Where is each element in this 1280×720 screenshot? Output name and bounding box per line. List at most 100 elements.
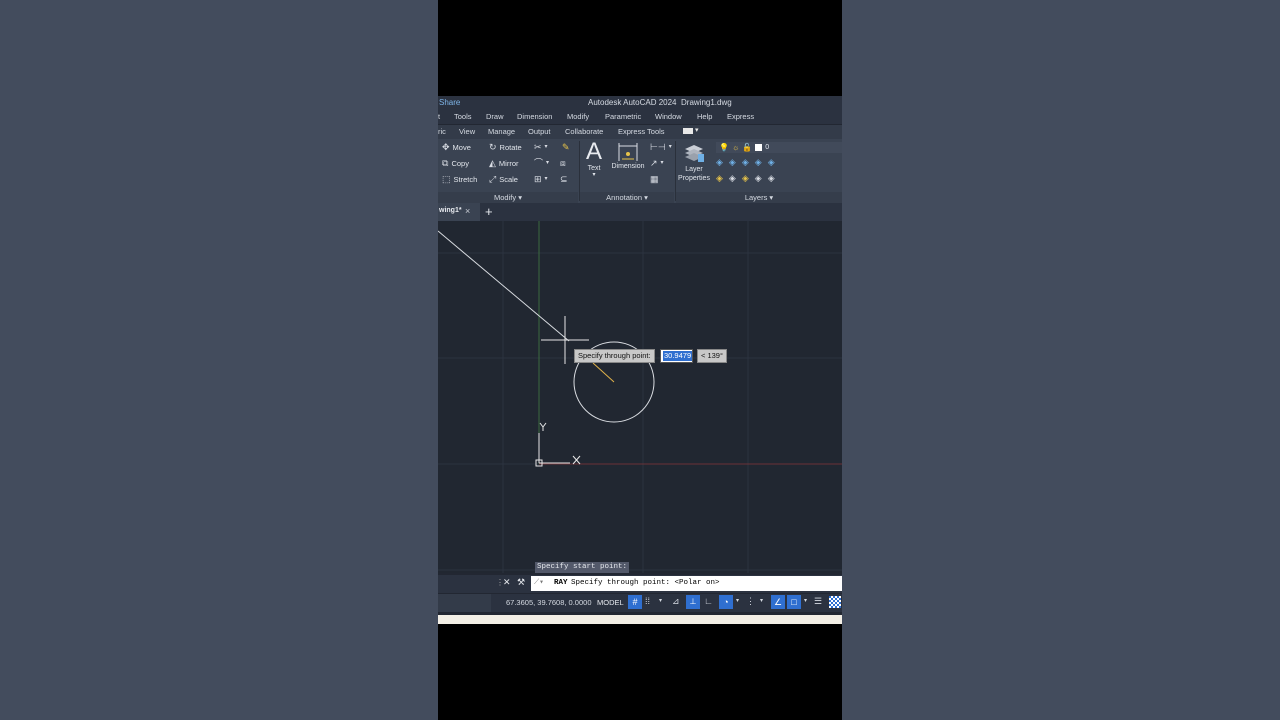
offset-button[interactable]: ⊆ (560, 175, 568, 184)
layer-lock-icon[interactable]: ◈ (755, 158, 762, 167)
layer-properties-button[interactable]: Layer Properties (676, 141, 712, 183)
model-space-button[interactable]: MODEL (597, 598, 624, 607)
layer-on-icon[interactable]: ◈ (716, 174, 723, 183)
command-line: ⋮ ✕ ⚒ ⟋▾ RAY Specify through point: <Pol… (438, 575, 842, 593)
command-input[interactable]: ⟋▾ RAY Specify through point: <Polar on> (531, 576, 842, 591)
explode-button[interactable]: ⧈ (560, 159, 566, 168)
isodraft-icon[interactable]: ⋮ (746, 596, 755, 607)
left-background (0, 0, 438, 720)
taskbar-strip (438, 615, 842, 624)
chevron-down-icon[interactable]: ▾ (736, 597, 739, 604)
layer-walk-icon[interactable]: ◈ (768, 174, 775, 183)
object-snap-icon[interactable]: □ (787, 595, 801, 609)
dimension-button[interactable]: Dimension (608, 141, 648, 170)
transparency-icon[interactable] (829, 596, 841, 608)
annotation-panel-label[interactable]: Annotation ▾ (580, 192, 674, 203)
fillet-button[interactable]: ⌒ ▾ (534, 159, 549, 168)
layer-unisolate-icon[interactable]: ◈ (729, 174, 736, 183)
layer-off-icon[interactable]: ◈ (716, 158, 723, 167)
lock-icon: 🔓 (742, 143, 753, 152)
layer-thaw-icon[interactable]: ◈ (742, 174, 749, 183)
chevron-down-icon: ▾ (544, 144, 548, 150)
tab-drawing1[interactable]: wing1* × (438, 203, 480, 221)
move-button[interactable]: ✥ Move (442, 143, 471, 153)
stretch-button[interactable]: ⬚ Stretch (442, 175, 477, 185)
layer-dropdown[interactable]: 💡 ☼ 🔓 0 (716, 142, 842, 153)
tab-parametric[interactable]: ric (438, 127, 446, 136)
copy-button[interactable]: ⧉ Copy (442, 159, 469, 169)
tab-express-tools[interactable]: Express Tools (618, 127, 665, 136)
drawing-area-svg (438, 221, 842, 573)
layer-properties-label-2: Properties (678, 175, 710, 182)
lineweight-icon[interactable]: ☰ (814, 596, 822, 607)
mirror-button[interactable]: ◭ Mirror (489, 159, 519, 169)
close-icon[interactable]: ✕ (503, 577, 511, 588)
share-button[interactable]: Share (439, 98, 460, 107)
grid-toggle-icon[interactable]: # (628, 595, 642, 609)
menu-item-window[interactable]: Window (655, 112, 682, 121)
menu-item-express[interactable]: Express (727, 112, 754, 121)
menu-item-help[interactable]: Help (697, 112, 712, 121)
menu-item-edit[interactable]: t (438, 112, 440, 121)
infer-constraints-icon[interactable]: ⊿ (672, 596, 680, 607)
layer-tools-row-2: ◈ ◈ ◈ ◈ ◈ (716, 174, 775, 183)
rotate-button[interactable]: ↻ Rotate (489, 143, 522, 153)
layer-match-icon[interactable]: ◈ (768, 158, 775, 167)
menu-item-tools[interactable]: Tools (454, 112, 472, 121)
new-tab-button[interactable]: + (485, 204, 493, 219)
menu-item-modify[interactable]: Modify (567, 112, 589, 121)
tab-collaborate[interactable]: Collaborate (565, 127, 603, 136)
chevron-down-icon[interactable]: ▾ (760, 597, 763, 604)
layer-isolate-icon[interactable]: ◈ (729, 158, 736, 167)
scale-button[interactable]: ⤢ Scale (489, 174, 518, 185)
chevron-down-icon[interactable]: ▾ (695, 126, 699, 134)
polar-tracking-icon[interactable]: ◔ (719, 595, 733, 609)
chevron-down-icon[interactable]: ▾ (659, 597, 662, 604)
status-bar: 67.3605, 39.7608, 0.0000 MODEL # ⁞⁞ ▾ ⊿ … (438, 594, 842, 612)
text-button[interactable]: A Text ▾ (584, 139, 604, 179)
trim-button[interactable]: ✂ ▾ (534, 143, 548, 152)
close-icon[interactable]: × (465, 206, 470, 216)
current-layer-name: 0 (765, 144, 770, 151)
ribbon: ✥ Move ↻ Rotate ✂ ▾ ✎ ⧉ Copy ◭ Mirror ⌒ … (438, 139, 842, 203)
ortho-mode-icon[interactable]: ∟ (704, 596, 713, 606)
layout-tabs-area (438, 594, 491, 612)
chevron-down-icon: ▾ (668, 144, 672, 150)
layer-unlock-icon[interactable]: ◈ (755, 174, 762, 183)
workspace-toggle-icon[interactable] (683, 128, 693, 134)
trim-icon: ✂ (534, 142, 542, 152)
array-button[interactable]: ⊞ ▾ (534, 175, 548, 184)
menu-item-parametric[interactable]: Parametric (605, 112, 641, 121)
distance-input[interactable]: 30.9479 (660, 349, 693, 363)
linear-dim-button[interactable]: ⊢⊣ ▾ (650, 143, 672, 152)
distance-value: 30.9479 (663, 351, 693, 361)
dimension-icon (618, 143, 638, 161)
scale-icon: ⤢ (489, 174, 497, 184)
chevron-down-icon[interactable]: ▾ (804, 597, 807, 604)
tab-manage[interactable]: Manage (488, 127, 515, 136)
layer-freeze-icon[interactable]: ◈ (742, 158, 749, 167)
table-button[interactable]: ▦ (650, 175, 659, 184)
tab-output[interactable]: Output (528, 127, 551, 136)
leader-button[interactable]: ↗ ▾ (650, 159, 664, 168)
dimension-label: Dimension (611, 163, 645, 170)
explode-icon: ⧈ (560, 158, 566, 168)
rotate-label: Rotate (499, 143, 522, 152)
tab-view[interactable]: View (459, 127, 475, 136)
command-name: RAY (554, 579, 568, 587)
erase-button[interactable]: ✎ (562, 143, 570, 152)
cursor-coordinates[interactable]: 67.3605, 39.7608, 0.0000 (506, 598, 592, 607)
video-frame: Share Autodesk AutoCAD 2024 Drawing1.dwg… (438, 0, 842, 720)
layers-panel-label[interactable]: Layers ▾ (676, 192, 842, 203)
menu-item-dimension[interactable]: Dimension (517, 112, 552, 121)
object-snap-tracking-icon[interactable]: ∠ (771, 595, 785, 609)
drawing-canvas[interactable]: Specify through point: 30.9479 < 139° Sp… (438, 221, 842, 573)
menu-item-draw[interactable]: Draw (486, 112, 504, 121)
modify-panel-label[interactable]: Modify ▾ (438, 192, 578, 203)
copy-label: Copy (451, 159, 469, 168)
angle-input[interactable]: < 139° (697, 349, 727, 363)
snap-mode-icon[interactable]: ⁞⁞ (645, 596, 650, 606)
customize-wrench-icon[interactable]: ⚒ (517, 577, 525, 588)
layer-tools-row-1: ◈ ◈ ◈ ◈ ◈ (716, 158, 775, 167)
dynamic-input-icon[interactable]: ⊥ (686, 595, 700, 609)
